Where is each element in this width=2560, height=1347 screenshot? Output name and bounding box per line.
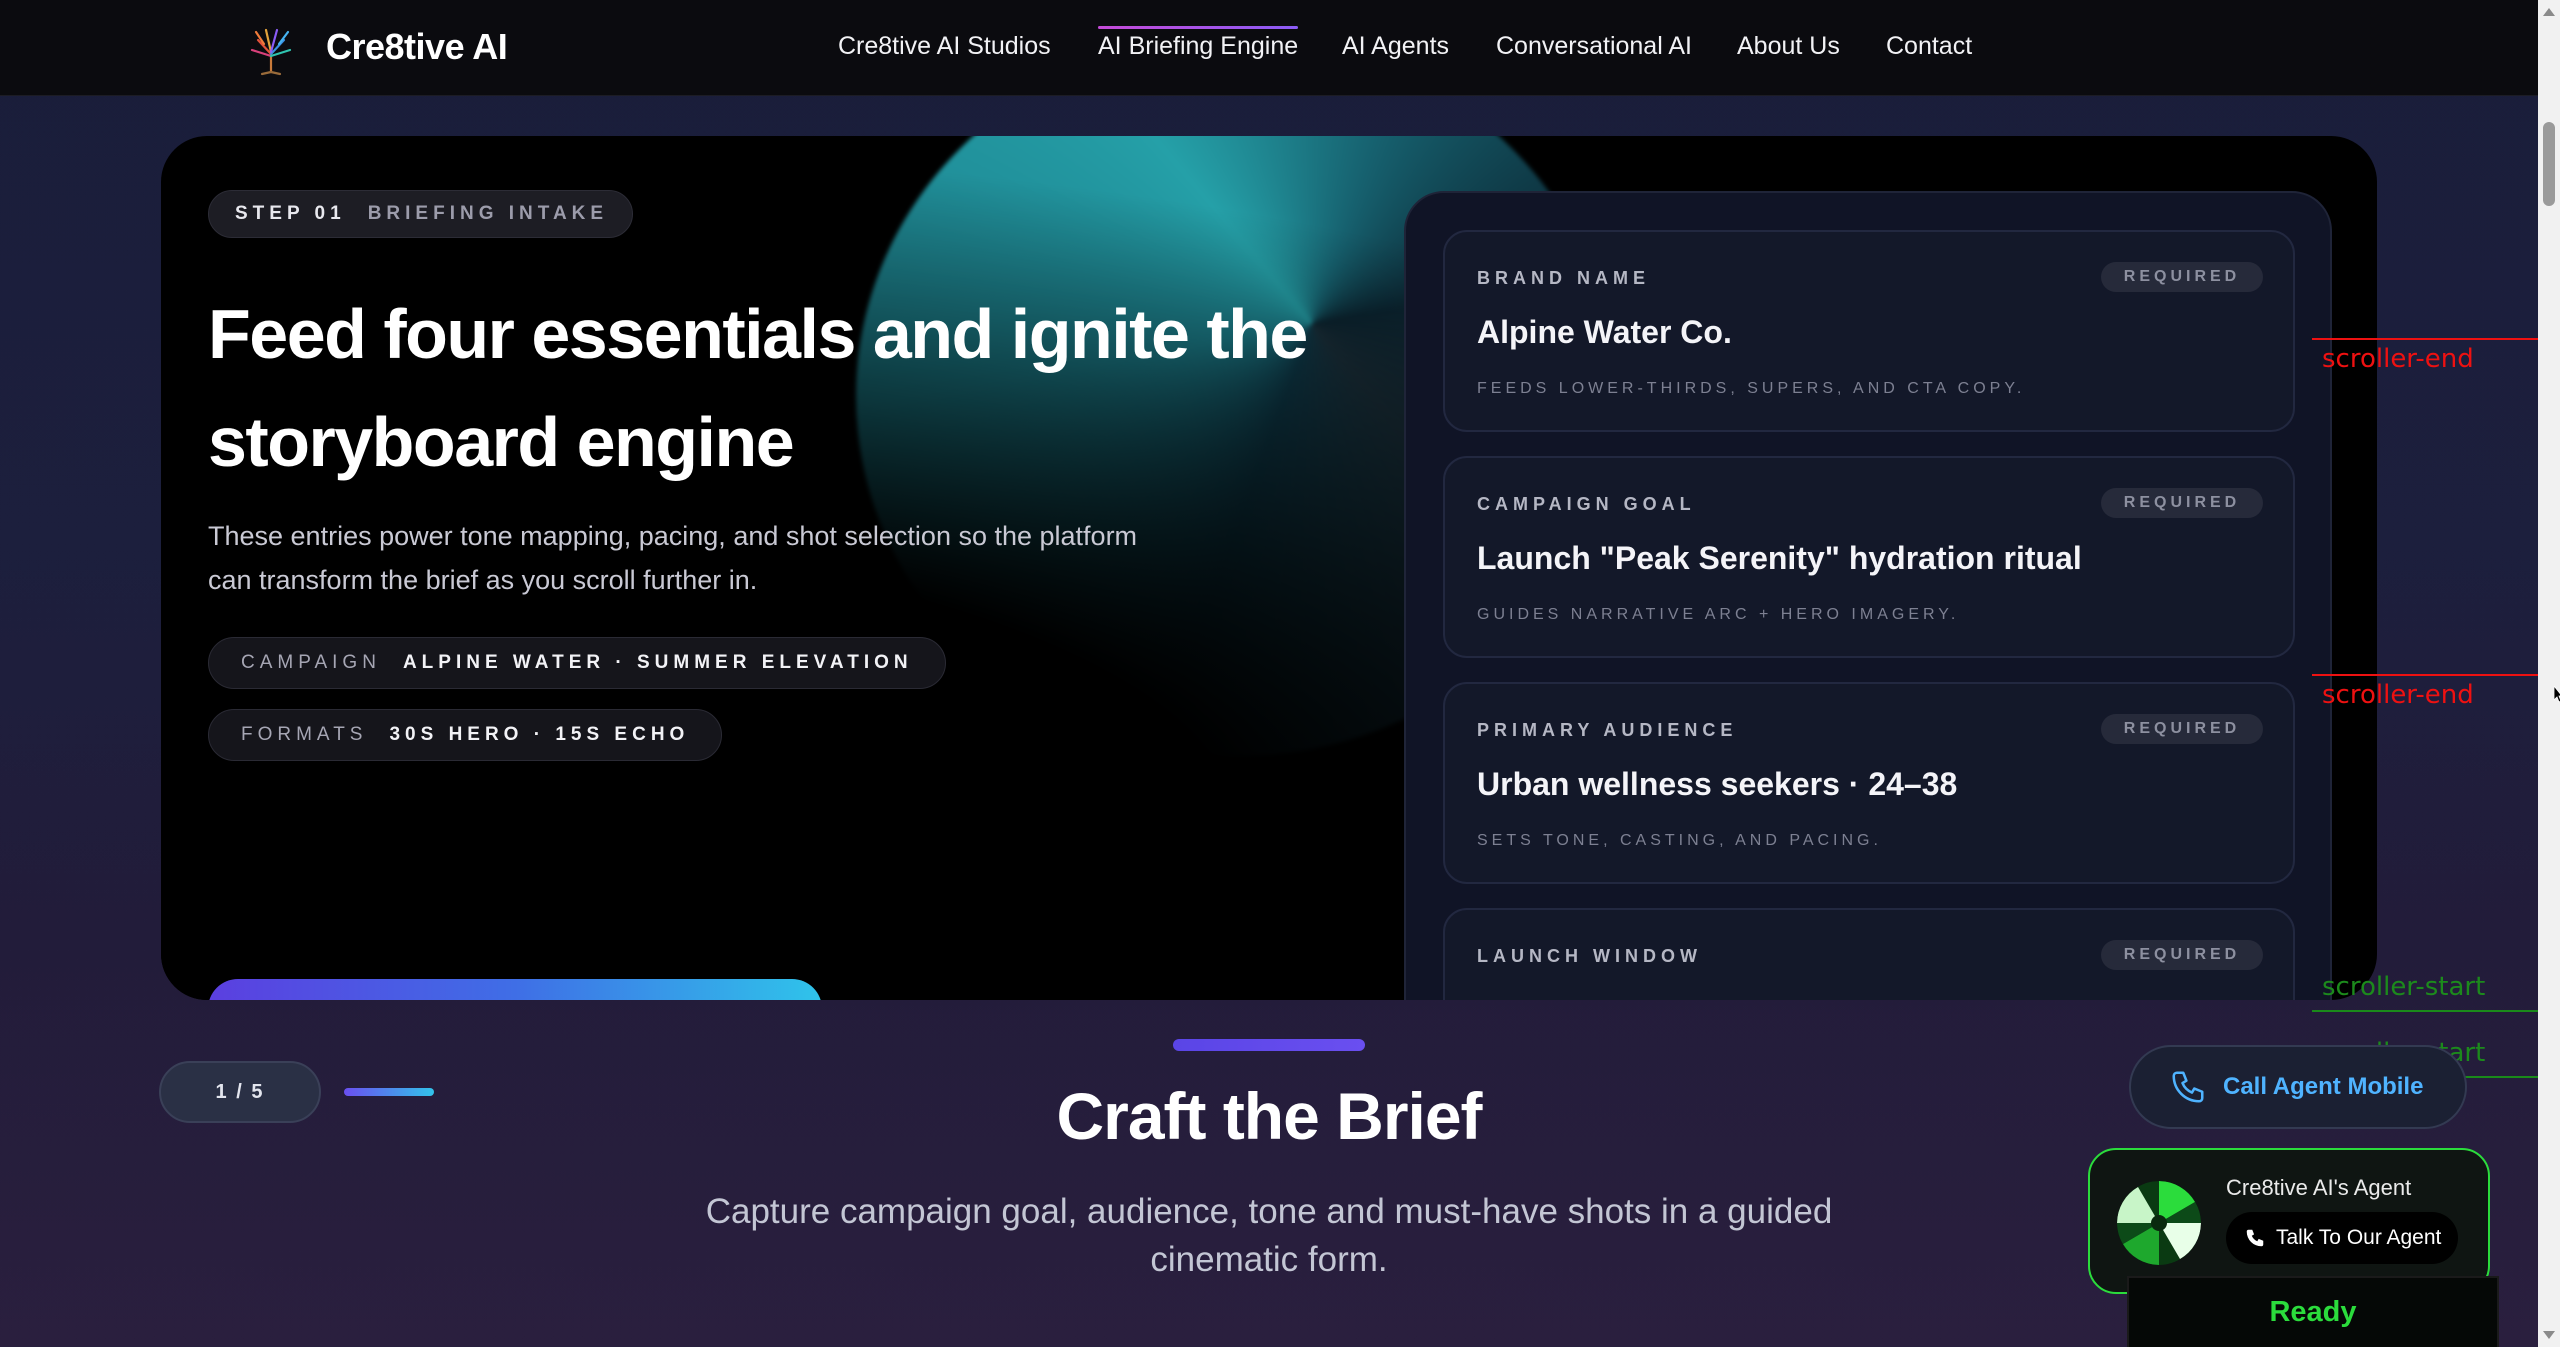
talk-to-agent-button[interactable]: Talk To Our Agent: [2226, 1212, 2458, 1264]
step-key: STEP 01: [235, 203, 346, 224]
tree-logo-icon[interactable]: [244, 22, 298, 76]
field-value[interactable]: Urban wellness seekers · 24–38: [1477, 766, 1957, 803]
scroller-end-marker: scroller-end: [2322, 680, 2474, 710]
scroller-end-marker-line: [2312, 674, 2538, 676]
nav-link-ai-agents[interactable]: AI Agents: [1342, 32, 1449, 61]
phone-icon: [2246, 1229, 2264, 1247]
section-accent-bar: [1173, 1039, 1365, 1051]
call-agent-label: Call Agent Mobile: [2223, 1073, 2424, 1100]
step-value: BRIEFING INTAKE: [367, 203, 609, 224]
campaign-goal-field[interactable]: CAMPAIGN GOAL REQUIRED Launch "Peak Sere…: [1443, 456, 2295, 658]
agent-name: Cre8tive AI's Agent: [2226, 1175, 2412, 1200]
call-agent-mobile-button[interactable]: Call Agent Mobile: [2129, 1045, 2467, 1129]
scroll-down-arrow-icon[interactable]: [2543, 1331, 2555, 1339]
scroll-thumb[interactable]: [2543, 122, 2555, 206]
step-pill: STEP 01 BRIEFING INTAKE: [208, 190, 633, 238]
hero-card: STEP 01 BRIEFING INTAKE Feed four essent…: [161, 136, 2377, 1000]
field-value[interactable]: Launch "Peak Serenity" hydration ritual: [1477, 540, 2082, 577]
field-value[interactable]: Alpine Water Co.: [1477, 314, 1732, 351]
scroller-end-marker-line: [2312, 338, 2538, 340]
brief-form-panel: BRAND NAME REQUIRED Alpine Water Co. FEE…: [1404, 191, 2332, 1000]
nav-link-contact[interactable]: Contact: [1886, 32, 1972, 61]
phone-icon: [2172, 1071, 2204, 1103]
field-label: BRAND NAME: [1477, 268, 1650, 288]
scroll-up-arrow-icon[interactable]: [2543, 8, 2555, 16]
hero-description: These entries power tone mapping, pacing…: [208, 521, 1138, 595]
nav-link-conversational-ai[interactable]: Conversational AI: [1496, 32, 1692, 61]
chip-key: CAMPAIGN: [241, 652, 381, 673]
launch-window-field[interactable]: LAUNCH WINDOW REQUIRED: [1443, 908, 2295, 1000]
formats-chip: FORMATS 30S HERO · 15S ECHO: [208, 709, 723, 761]
hero-cta-button[interactable]: [208, 979, 822, 1000]
chip-value: 30S HERO · 15S ECHO: [389, 724, 690, 745]
mouse-cursor-icon: [2554, 686, 2560, 702]
brand-name-field[interactable]: BRAND NAME REQUIRED Alpine Water Co. FEE…: [1443, 230, 2295, 432]
nav-link-about-us[interactable]: About Us: [1737, 32, 1840, 61]
scroller-start-marker: scroller-start: [2322, 972, 2486, 1002]
required-badge: REQUIRED: [2101, 488, 2263, 518]
required-badge: REQUIRED: [2101, 714, 2263, 744]
field-label: CAMPAIGN GOAL: [1477, 494, 1696, 514]
required-badge: REQUIRED: [2101, 262, 2263, 292]
page-scrollbar[interactable]: [2538, 0, 2560, 1347]
brand-name[interactable]: Cre8tive AI: [326, 26, 508, 68]
chip-key: FORMATS: [241, 724, 368, 745]
scroller-end-marker: scroller-end: [2322, 344, 2474, 374]
agent-widget: Cre8tive AI's Agent Talk To Our Agent: [2088, 1148, 2490, 1294]
field-label: PRIMARY AUDIENCE: [1477, 720, 1738, 740]
scroller-start-marker-line: [2312, 1010, 2538, 1012]
campaign-chip: CAMPAIGN ALPINE WATER · SUMMER ELEVATION: [208, 637, 946, 689]
primary-audience-field[interactable]: PRIMARY AUDIENCE REQUIRED Urban wellness…: [1443, 682, 2295, 884]
nav-link-briefing-engine[interactable]: AI Briefing Engine: [1098, 26, 1299, 61]
nav-link-studios[interactable]: Cre8tive AI Studios: [838, 32, 1051, 61]
agent-orb-icon: [2117, 1181, 2201, 1265]
field-hint: GUIDES NARRATIVE ARC + HERO IMAGERY.: [1477, 606, 1960, 623]
agent-status-bar: Ready: [2127, 1276, 2499, 1347]
required-badge: REQUIRED: [2101, 940, 2263, 970]
top-navbar: Cre8tive AI Cre8tive AI Studios AI Brief…: [0, 0, 2538, 96]
talk-to-agent-label: Talk To Our Agent: [2276, 1226, 2442, 1249]
section-description: Capture campaign goal, audience, tone an…: [705, 1192, 1833, 1279]
chip-value: ALPINE WATER · SUMMER ELEVATION: [402, 652, 913, 673]
hero-title: Feed four essentials and ignite the stor…: [208, 295, 1308, 481]
field-hint: FEEDS LOWER-THIRDS, SUPERS, AND CTA COPY…: [1477, 380, 2026, 397]
field-label: LAUNCH WINDOW: [1477, 946, 1702, 966]
field-hint: SETS TONE, CASTING, AND PACING.: [1477, 832, 1882, 849]
